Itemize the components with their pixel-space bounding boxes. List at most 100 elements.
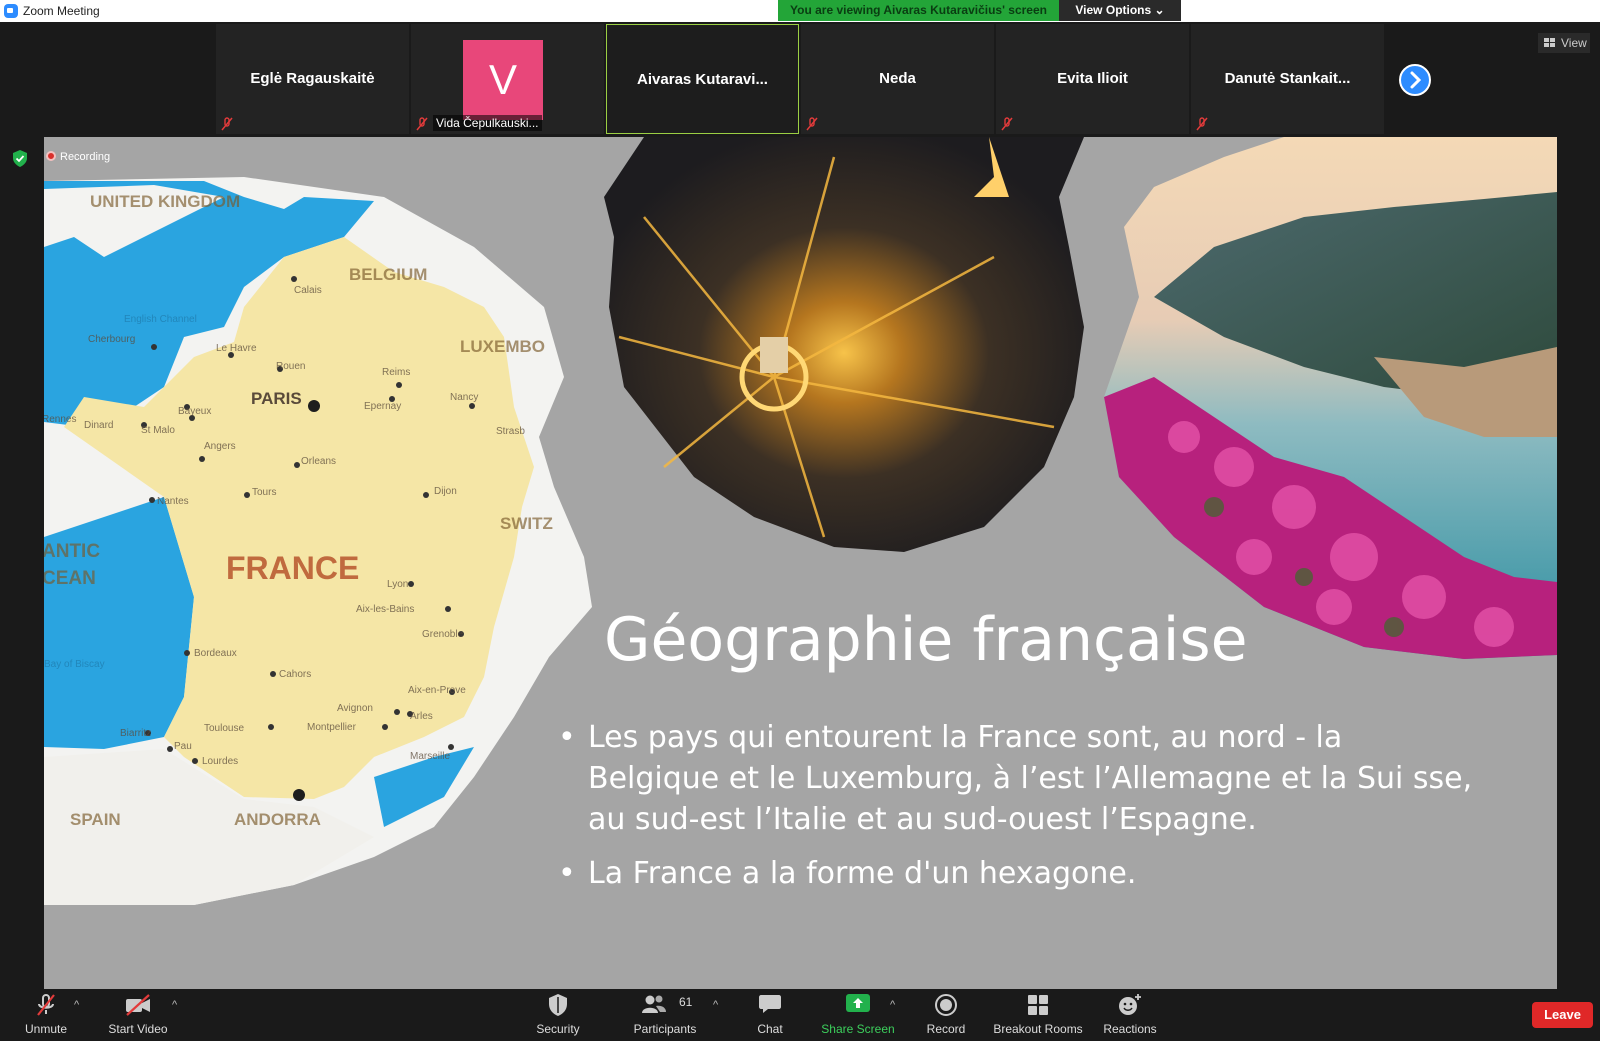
map-city-label: Dijon	[434, 486, 457, 497]
participant-tile-active-speaker[interactable]: Aivaras Kutaravi...	[606, 24, 799, 134]
participant-tile[interactable]: Eglė Ragauskaitė	[216, 24, 409, 134]
map-city-label: St Malo	[141, 425, 175, 436]
participants-options-caret-icon[interactable]: ^	[713, 999, 718, 1011]
map-city-label: Tours	[252, 487, 276, 498]
map-city-label: Toulouse	[204, 723, 244, 734]
unmute-button[interactable]: Unmute	[12, 989, 80, 1041]
mic-muted-icon	[37, 994, 55, 1016]
video-off-icon	[126, 994, 150, 1016]
map-city-label: Orleans	[301, 456, 336, 467]
security-label: Security	[536, 1022, 580, 1036]
share-screen-icon	[846, 994, 870, 1012]
breakout-rooms-label: Breakout Rooms	[993, 1022, 1083, 1036]
cote-azur-photo	[1104, 137, 1557, 659]
slide-bullet: Les pays qui entourent la France sont, a…	[558, 717, 1478, 840]
zoom-logo-icon	[4, 4, 18, 18]
chat-icon	[759, 995, 781, 1013]
viewing-screen-banner: You are viewing Aivaras Kutaravičius' sc…	[778, 0, 1059, 21]
map-city-label: Nantes	[157, 496, 189, 507]
map-city-label: Cherbourg	[88, 334, 135, 345]
breakout-rooms-button[interactable]: Breakout Rooms	[990, 989, 1086, 1041]
participant-tile[interactable]: V Vida Čepulkauski...	[411, 24, 604, 134]
view-label: View	[1561, 36, 1587, 50]
map-sea-label: English Channel	[124, 314, 197, 325]
record-button[interactable]: Record	[918, 989, 974, 1041]
chevron-down-icon: ⌄	[1154, 3, 1165, 17]
slide-bullet-list: Les pays qui entourent la France sont, a…	[558, 717, 1478, 894]
map-city-label: Angers	[204, 441, 236, 452]
grid-icon	[1544, 38, 1555, 47]
map-city-label: Bayeux	[178, 406, 211, 417]
participants-button[interactable]: 61 Participants	[625, 989, 705, 1041]
reactions-label: Reactions	[1103, 1022, 1157, 1036]
slide-title: Géographie française	[604, 605, 1248, 675]
chevron-right-icon	[1410, 71, 1422, 89]
map-sea-label: Bay of Biscay	[44, 659, 105, 670]
shared-screen: UNITED KINGDOM BELGIUM LUXEMBO SWITZ SPA…	[44, 137, 1557, 989]
map-label-belgium: BELGIUM	[349, 265, 427, 284]
view-layout-button[interactable]: View	[1538, 33, 1590, 53]
map-city-label: Arles	[410, 711, 433, 722]
mic-muted-icon	[221, 117, 233, 131]
share-screen-label: Share Screen	[821, 1022, 895, 1036]
share-options-caret-icon[interactable]: ^	[890, 999, 895, 1011]
map-city-label: Dinard	[84, 420, 113, 431]
map-label-france: FRANCE	[226, 550, 359, 586]
mic-muted-icon	[806, 117, 818, 131]
map-city-label: Lyon	[387, 579, 408, 590]
participant-tile[interactable]: Neda	[801, 24, 994, 134]
map-city-label: Calais	[294, 285, 322, 296]
map-label-switzerland: SWITZ	[500, 514, 553, 533]
map-city-label: Rennes	[44, 414, 76, 425]
map-city-label: Lourdes	[202, 756, 238, 767]
map-city-label: Avignon	[337, 703, 373, 714]
paris-night-photo	[604, 137, 1084, 552]
map-label-paris: PARIS	[251, 389, 302, 408]
audio-options-caret-icon[interactable]: ^	[74, 999, 79, 1011]
recording-dot-icon	[46, 151, 56, 161]
map-label-ocean-2: CEAN	[44, 568, 96, 589]
map-city-label: Marseille	[410, 751, 450, 762]
map-label-andorra: ANDORRA	[234, 810, 321, 829]
mic-muted-icon	[1196, 117, 1208, 131]
start-video-button[interactable]: Start Video	[102, 989, 174, 1041]
meeting-toolbar: Unmute ^ Start Video ^ Security 61 Parti…	[0, 989, 1600, 1041]
next-page-button[interactable]	[1399, 64, 1431, 96]
chat-label: Chat	[757, 1022, 783, 1036]
record-icon	[935, 994, 957, 1016]
avatar: V	[463, 40, 543, 120]
map-city-label: Epernay	[364, 401, 401, 412]
chat-button[interactable]: Chat	[742, 989, 798, 1041]
slide-bullet: La France a la forme d'un hexagone.	[558, 853, 1478, 894]
recording-indicator: Recording	[46, 151, 110, 163]
security-button[interactable]: Security	[530, 989, 586, 1041]
participant-name: Evita Ilioit	[1057, 70, 1128, 87]
window-title: Zoom Meeting	[23, 4, 100, 18]
mic-muted-icon	[1001, 117, 1013, 131]
mic-muted-icon	[416, 117, 428, 131]
map-city-label: Strasb	[496, 426, 525, 437]
map-city-label: Pau	[174, 741, 192, 752]
map-city-label: Bordeaux	[194, 648, 237, 659]
shield-icon	[549, 994, 567, 1016]
participant-tile[interactable]: Danutė Stankait...	[1191, 24, 1384, 134]
recording-label: Recording	[60, 151, 111, 163]
map-city-label: Reims	[382, 367, 410, 378]
leave-button[interactable]: Leave	[1532, 1002, 1593, 1028]
view-options-button[interactable]: View Options ⌄	[1059, 0, 1181, 21]
participant-name: Aivaras Kutaravi...	[637, 71, 768, 88]
unmute-label: Unmute	[24, 1022, 68, 1036]
reactions-icon	[1119, 994, 1141, 1015]
participant-name: Neda	[879, 70, 916, 87]
reactions-button[interactable]: Reactions	[1098, 989, 1162, 1041]
participant-name: Vida Čepulkauski...	[433, 115, 542, 131]
map-label-uk: UNITED KINGDOM	[90, 192, 240, 211]
map-city-label: Aix-en-Prove	[408, 685, 466, 696]
record-label: Record	[926, 1022, 966, 1036]
security-shield-icon	[13, 150, 27, 167]
share-screen-button[interactable]: Share Screen	[818, 989, 898, 1041]
france-map-image: UNITED KINGDOM BELGIUM LUXEMBO SWITZ SPA…	[44, 177, 592, 905]
participant-tile[interactable]: Evita Ilioit	[996, 24, 1189, 134]
map-label-luxembourg: LUXEMBO	[460, 337, 545, 356]
video-options-caret-icon[interactable]: ^	[172, 999, 177, 1011]
